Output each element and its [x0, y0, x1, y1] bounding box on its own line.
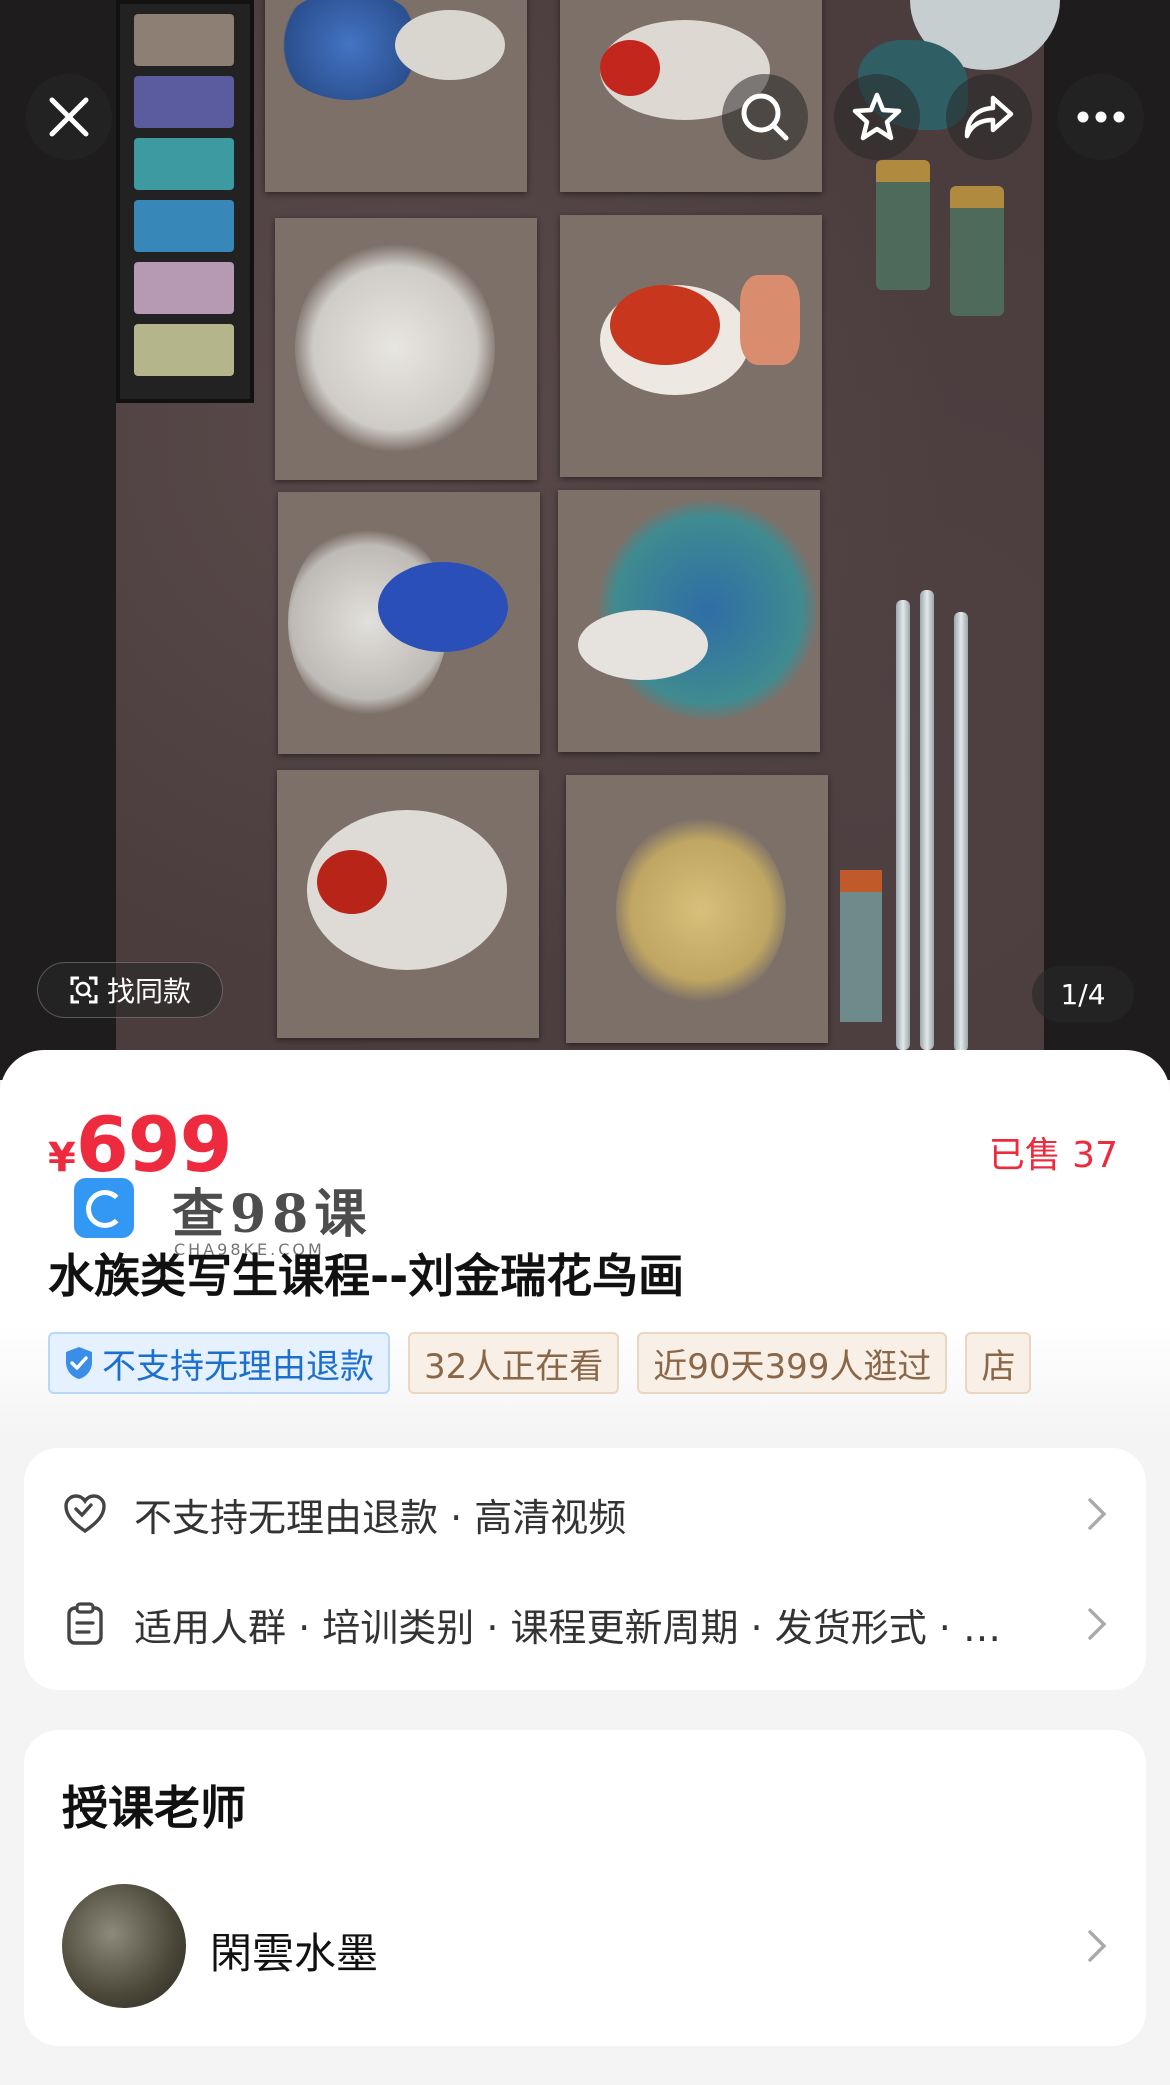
- share-button[interactable]: [946, 74, 1032, 160]
- teacher-card: 授课老师 閑雲水墨: [24, 1730, 1146, 2046]
- favorite-button[interactable]: [834, 74, 920, 160]
- product-image[interactable]: 找同款 1/4: [0, 0, 1170, 1080]
- tag-visitors[interactable]: 近90天399人逛过: [637, 1332, 948, 1394]
- more-button[interactable]: [1058, 74, 1144, 160]
- clipboard-icon: [67, 1602, 103, 1645]
- share-icon: [964, 95, 1014, 139]
- brush: [954, 612, 968, 1052]
- search-icon: [741, 93, 789, 141]
- stone-seal: [840, 870, 882, 1022]
- tag-store[interactable]: 店: [965, 1332, 1032, 1394]
- painting-card: [278, 492, 540, 754]
- tag-list: 不支持无理由退款 32人正在看 近90天399人逛过 店: [48, 1332, 1122, 1398]
- painting-card: [566, 775, 828, 1043]
- chevron-right-icon: [1088, 1930, 1107, 1962]
- tag-viewers[interactable]: 32人正在看: [408, 1332, 620, 1394]
- watermark-text: 查98课: [172, 1184, 373, 1245]
- shield-check-icon: [66, 1347, 92, 1379]
- close-icon: [49, 97, 89, 137]
- more-icon: [1077, 111, 1125, 123]
- painting-card: [265, 0, 527, 192]
- brush: [920, 590, 934, 1050]
- paint-palette: [116, 0, 254, 403]
- avatar: [62, 1884, 186, 2008]
- chevron-right-icon: [1088, 1608, 1107, 1640]
- painting-card: [277, 770, 539, 1038]
- tag-label: 近90天399人逛过: [653, 1346, 932, 1387]
- heart-shield-icon: [64, 1494, 106, 1534]
- service-row-text: 适用人群 · 培训类别 · 课程更新周期 · 发货形式 · …: [134, 1605, 1001, 1650]
- teacher-name: 閑雲水墨: [210, 1929, 379, 1978]
- service-card: 不支持无理由退款 · 高清视频 适用人群 · 培训类别 · 课程更新周期 · 发…: [24, 1448, 1146, 1690]
- sold-count: 已售 37: [988, 1135, 1118, 1176]
- tag-label: 不支持无理由退款: [102, 1346, 374, 1387]
- paint-bottle: [950, 186, 1004, 316]
- product-info: ¥699 已售 37 查98课 CHA98KE.COM 水族类写生课程--刘金瑞…: [0, 1050, 1170, 1440]
- service-row-text: 不支持无理由退款 · 高清视频: [134, 1495, 627, 1540]
- currency-symbol: ¥: [48, 1135, 76, 1181]
- service-row-params[interactable]: 适用人群 · 培训类别 · 课程更新周期 · 发货形式 · …: [24, 1574, 1146, 1674]
- teacher-section-title: 授课老师: [62, 1781, 246, 1835]
- search-button[interactable]: [722, 74, 808, 160]
- paint-bottle: [876, 160, 930, 290]
- image-counter: 1/4: [1032, 966, 1134, 1022]
- service-row-guarantee[interactable]: 不支持无理由退款 · 高清视频: [24, 1464, 1146, 1564]
- close-button[interactable]: [26, 74, 112, 160]
- star-icon: [852, 92, 902, 141]
- chevron-right-icon: [1088, 1498, 1107, 1530]
- find-same-button[interactable]: 找同款: [37, 962, 223, 1018]
- teacher-row[interactable]: 閑雲水墨: [24, 1870, 1146, 2020]
- painting-card: [560, 215, 822, 477]
- painting-card: [558, 490, 820, 752]
- product-title: 水族类写生课程--刘金瑞花鸟画: [48, 1249, 685, 1303]
- find-same-label: 找同款: [106, 975, 191, 1008]
- tag-label: 32人正在看: [424, 1346, 604, 1387]
- brush: [896, 600, 910, 1050]
- tag-label: 店: [981, 1346, 1016, 1387]
- tag-refund-policy[interactable]: 不支持无理由退款: [48, 1332, 390, 1394]
- scan-icon: [70, 976, 98, 1004]
- watermark-logo-icon: [74, 1178, 134, 1238]
- painting-card: [275, 218, 537, 480]
